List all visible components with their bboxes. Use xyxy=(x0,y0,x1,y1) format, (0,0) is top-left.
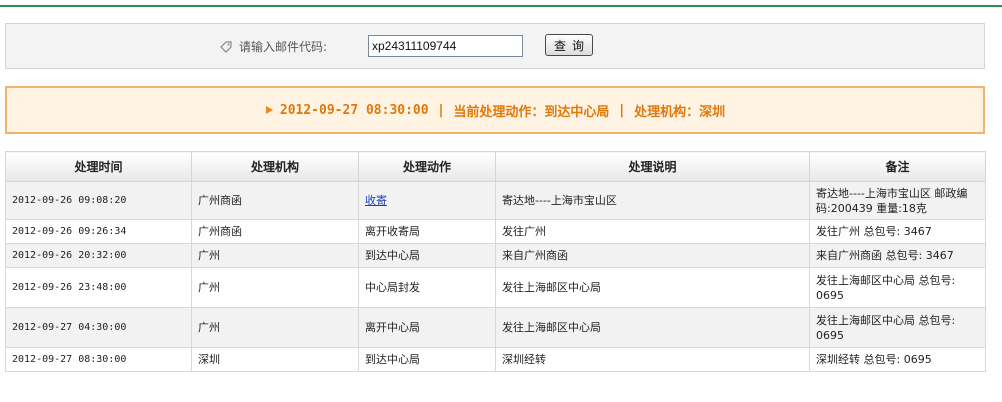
cell-agency: 广州 xyxy=(191,267,359,308)
table-row: 2012-09-27 08:30:00 深圳 到达中心局 深圳经转 深圳经转 总… xyxy=(5,347,986,372)
cell-time: 2012-09-26 09:08:20 xyxy=(5,181,192,220)
search-label: 请输入邮件代码: xyxy=(239,40,328,54)
cell-agency: 广州商函 xyxy=(191,181,359,220)
header-agency: 处理机构 xyxy=(191,151,359,182)
cell-note: 发往广州 总包号: 3467 xyxy=(809,219,986,244)
table-row: 2012-09-26 09:08:20 广州商函 收寄 寄达地----上海市宝山… xyxy=(5,181,986,220)
table-row: 2012-09-26 20:32:00 广州 到达中心局 来自广州商函 来自广州… xyxy=(5,243,986,268)
tracking-table: 处理时间 处理机构 处理动作 处理说明 备注 2012-09-26 09:08:… xyxy=(5,151,986,372)
cell-note: 发往上海邮区中心局 总包号: 0695 xyxy=(809,307,986,348)
cell-agency: 广州 xyxy=(191,243,359,268)
table-row: 2012-09-27 04:30:00 广州 离开中心局 发往上海邮区中心局 发… xyxy=(5,307,986,348)
cell-action: 收寄 xyxy=(358,181,496,220)
cell-action: 离开中心局 xyxy=(358,307,496,348)
status-banner: 2012-09-27 08:30:00 | 当前处理动作：到达中心局 | 处理机… xyxy=(5,86,985,134)
cell-time: 2012-09-27 08:30:00 xyxy=(5,347,192,372)
cell-desc: 发往上海邮区中心局 xyxy=(495,307,810,348)
table-row: 2012-09-26 23:48:00 广州 中心局封发 发往上海邮区中心局 发… xyxy=(5,267,986,308)
tag-icon xyxy=(220,40,232,53)
cell-agency: 广州商函 xyxy=(191,219,359,244)
cell-action: 到达中心局 xyxy=(358,347,496,372)
cell-action: 中心局封发 xyxy=(358,267,496,308)
mail-code-input[interactable] xyxy=(368,35,523,57)
cell-desc: 发往广州 xyxy=(495,219,810,244)
cell-time: 2012-09-26 20:32:00 xyxy=(5,243,192,268)
cell-note: 深圳经转 总包号: 0695 xyxy=(809,347,986,372)
cell-note: 发往上海邮区中心局 总包号: 0695 xyxy=(809,267,986,308)
search-panel: 请输入邮件代码: 查询 xyxy=(5,23,985,69)
cell-desc: 寄达地----上海市宝山区 xyxy=(495,181,810,220)
table-header-row: 处理时间 处理机构 处理动作 处理说明 备注 xyxy=(5,151,986,182)
query-button[interactable]: 查询 xyxy=(545,34,593,56)
status-action: 当前处理动作：到达中心局 xyxy=(453,104,610,120)
search-label-wrap: 请输入邮件代码: xyxy=(219,38,327,55)
cell-note: 来自广州商函 总包号: 3467 xyxy=(809,243,986,268)
status-agency: 处理机构：深圳 xyxy=(634,104,726,120)
header-action: 处理动作 xyxy=(358,151,496,182)
header-desc: 处理说明 xyxy=(495,151,810,182)
cell-time: 2012-09-26 23:48:00 xyxy=(5,267,192,308)
cell-time: 2012-09-27 04:30:00 xyxy=(5,307,192,348)
cell-desc: 深圳经转 xyxy=(495,347,810,372)
arrow-right-icon xyxy=(265,106,273,114)
cell-action: 到达中心局 xyxy=(358,243,496,268)
table-row: 2012-09-26 09:26:34 广州商函 离开收寄局 发往广州 发往广州… xyxy=(5,219,986,244)
cell-desc: 发往上海邮区中心局 xyxy=(495,267,810,308)
status-separator: | xyxy=(619,102,625,118)
action-link-shouji[interactable]: 收寄 xyxy=(365,194,387,207)
header-note: 备注 xyxy=(809,151,986,182)
status-separator: | xyxy=(438,102,444,118)
cell-time: 2012-09-26 09:26:34 xyxy=(5,219,192,244)
status-datetime: 2012-09-27 08:30:00 xyxy=(279,102,429,118)
cell-agency: 广州 xyxy=(191,307,359,348)
top-divider xyxy=(0,5,1002,7)
cell-note: 寄达地----上海市宝山区 邮政编码:200439 重量:18克 xyxy=(809,181,986,220)
header-time: 处理时间 xyxy=(5,151,192,182)
cell-action: 离开收寄局 xyxy=(358,219,496,244)
cell-desc: 来自广州商函 xyxy=(495,243,810,268)
cell-agency: 深圳 xyxy=(191,347,359,372)
